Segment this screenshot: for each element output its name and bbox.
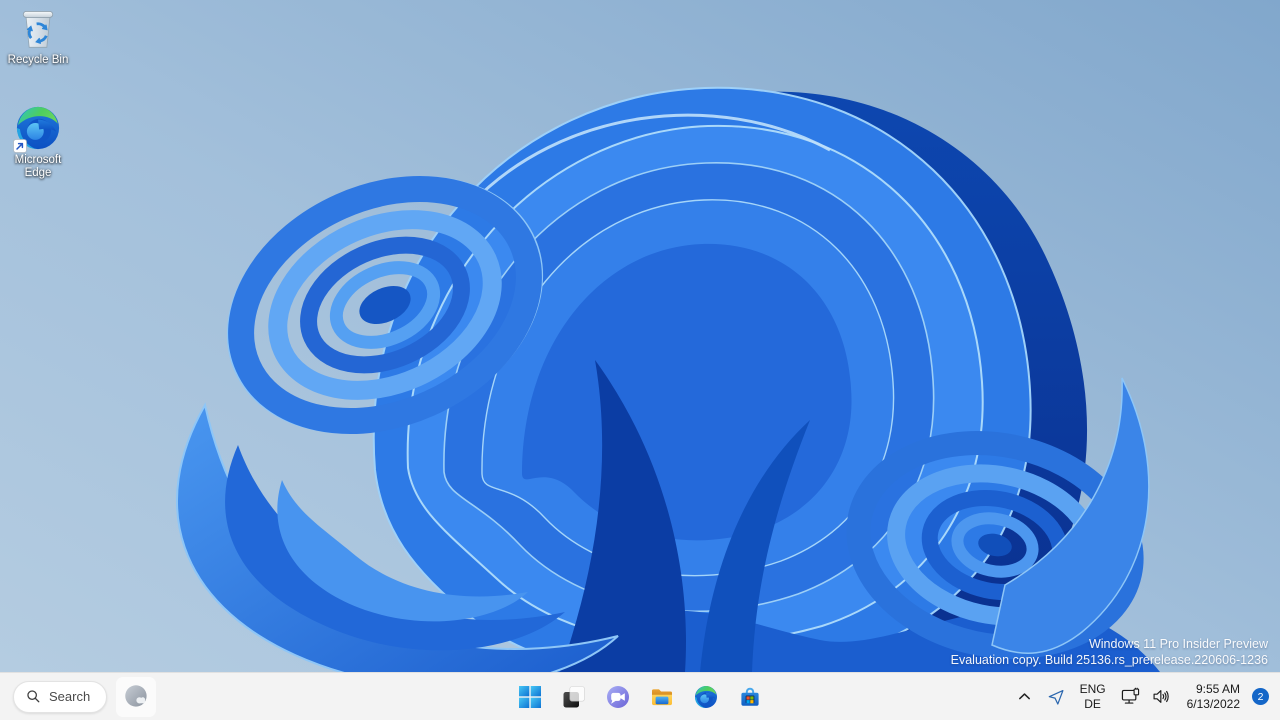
- language-switcher-button[interactable]: ENG DE: [1077, 677, 1109, 717]
- desktop-icon-recycle-bin[interactable]: Recycle Bin: [0, 4, 76, 67]
- taskbar-center-group: [510, 677, 770, 717]
- watermark-line1: Windows 11 Pro Insider Preview: [1088, 637, 1268, 651]
- edge-icon: [13, 104, 62, 153]
- taskbar: Search ENG DE 9:55 AM 6/13/2022 2: [0, 672, 1280, 720]
- insider-watermark: Windows 11 Pro Insider Preview Evaluatio…: [951, 636, 1268, 668]
- store-button[interactable]: [730, 677, 770, 717]
- desktop-icon-label: Microsoft Edge: [14, 154, 62, 179]
- desktop: Recycle Bin Microsoft Edge Windows 11 Pr…: [0, 0, 1280, 720]
- desktop-icon-label: Recycle Bin: [7, 54, 69, 66]
- taskbar-tray-group: ENG DE 9:55 AM 6/13/2022 2: [1014, 677, 1269, 717]
- language-line1: ENG: [1079, 681, 1106, 696]
- location-in-use-icon: [1048, 689, 1064, 705]
- speaker-icon: [1153, 690, 1169, 703]
- edge-icon: [694, 685, 718, 709]
- clock-time: 9:55 AM: [1195, 681, 1240, 696]
- taskbar-left-group: Search: [13, 676, 157, 717]
- show-hidden-icons-button[interactable]: [1014, 677, 1035, 717]
- task-view-icon: [563, 685, 585, 707]
- clock-button[interactable]: 9:55 AM 6/13/2022: [1184, 677, 1243, 717]
- chevron-up-icon: [1018, 693, 1030, 700]
- edge-button[interactable]: [686, 677, 726, 717]
- wallpaper-bloom: [0, 0, 1280, 672]
- recycle-bin-icon: [14, 4, 62, 52]
- shortcut-arrow-icon: [13, 139, 27, 153]
- widgets-button[interactable]: [116, 676, 157, 717]
- notification-badge[interactable]: 2: [1252, 688, 1269, 705]
- search-button[interactable]: Search: [13, 680, 108, 713]
- task-view-button[interactable]: [554, 677, 594, 717]
- chat-video-icon: [607, 685, 629, 708]
- network-volume-button[interactable]: [1118, 677, 1175, 717]
- watermark-line2: Evaluation copy. Build 25136.rs_prerelea…: [950, 653, 1268, 667]
- desktop-icon-microsoft-edge[interactable]: Microsoft Edge: [0, 104, 76, 180]
- weather-widget-icon: [124, 685, 147, 707]
- search-icon: [27, 690, 40, 703]
- chat-button[interactable]: [598, 677, 638, 717]
- start-button[interactable]: [510, 677, 550, 717]
- microsoft-store-icon: [741, 687, 759, 706]
- file-explorer-button[interactable]: [642, 677, 682, 717]
- file-explorer-icon: [652, 688, 672, 705]
- location-indicator-button[interactable]: [1044, 677, 1068, 717]
- search-label: Search: [49, 689, 91, 704]
- language-line2: DE: [1084, 696, 1101, 711]
- clock-date: 6/13/2022: [1186, 696, 1240, 711]
- ethernet-network-icon: [1121, 687, 1139, 704]
- windows-start-icon: [519, 685, 541, 708]
